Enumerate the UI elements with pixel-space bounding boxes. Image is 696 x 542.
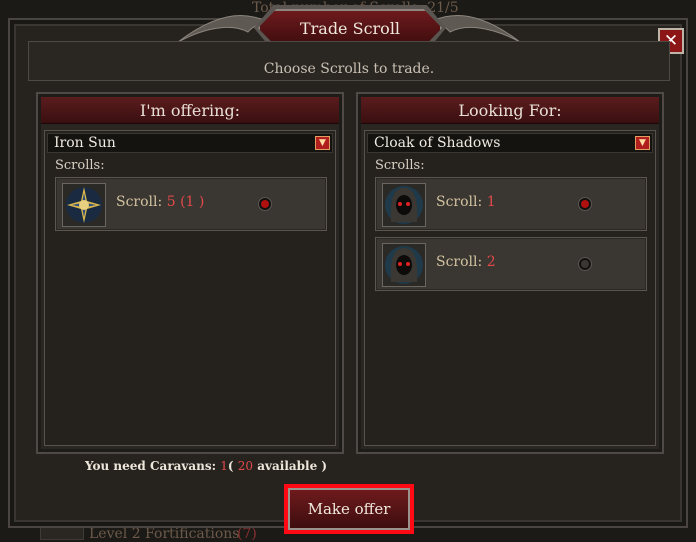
hooded-figure-icon bbox=[382, 183, 426, 227]
looking-for-content: Cloak of Shadows ▼ Scrolls: Scroll: 1 Sc… bbox=[364, 130, 656, 446]
caravans-label: You need Caravans: bbox=[85, 459, 217, 473]
make-offer-button[interactable]: Make offer bbox=[284, 484, 414, 534]
looking-set-dropdown[interactable]: Cloak of Shadows ▼ bbox=[367, 133, 653, 153]
looking-set-selected: Cloak of Shadows bbox=[374, 135, 501, 151]
caravans-open-paren: ( bbox=[227, 459, 234, 473]
offering-header: I'm offering: bbox=[41, 97, 339, 124]
radio-selected-dot bbox=[261, 200, 269, 208]
looking-for-panel: Looking For: Cloak of Shadows ▼ Scrolls:… bbox=[356, 92, 664, 454]
looking-scroll-label-2: Scroll: bbox=[436, 254, 483, 270]
chevron-down-icon[interactable]: ▼ bbox=[315, 136, 330, 150]
offering-scroll-radio[interactable] bbox=[258, 197, 272, 211]
looking-scroll-text-2: Scroll: 2 bbox=[436, 254, 496, 270]
caravans-available-label: available ) bbox=[257, 459, 328, 473]
chevron-down-icon[interactable]: ▼ bbox=[635, 136, 650, 150]
offering-content: Iron Sun ▼ Scrolls: Scroll: 5 (1 ) bbox=[44, 130, 336, 446]
background-fortifications-count: (7) bbox=[237, 526, 257, 542]
looking-scroll-item-1[interactable]: Scroll: 1 bbox=[375, 177, 647, 231]
offering-set-selected: Iron Sun bbox=[54, 135, 116, 151]
looking-scroll-text-1: Scroll: 1 bbox=[436, 194, 496, 210]
offering-set-dropdown[interactable]: Iron Sun ▼ bbox=[47, 133, 333, 153]
caravans-requirement: You need Caravans: 1( 20 available ) bbox=[85, 459, 327, 473]
looking-scroll-item-2[interactable]: Scroll: 2 bbox=[375, 237, 647, 291]
looking-scroll-count-1: 1 bbox=[486, 194, 496, 210]
radio-unselected-dot bbox=[581, 260, 589, 268]
offering-scroll-count: 5 bbox=[166, 194, 176, 210]
offering-scrolls-label: Scrolls: bbox=[55, 158, 105, 173]
caravans-available-count: 20 bbox=[237, 459, 254, 473]
looking-scrolls-label: Scrolls: bbox=[375, 158, 425, 173]
looking-scroll-radio-1[interactable] bbox=[578, 197, 592, 211]
looking-for-header: Looking For: bbox=[361, 97, 659, 124]
looking-scroll-count-2: 2 bbox=[486, 254, 496, 270]
offering-scroll-label: Scroll: bbox=[116, 194, 163, 210]
offering-scroll-extra: (1 ) bbox=[180, 194, 205, 210]
caravans-needed: 1 bbox=[220, 459, 228, 473]
dialog-subtitle: Choose Scrolls to trade. bbox=[28, 41, 670, 81]
offering-scroll-item[interactable]: Scroll: 5 (1 ) bbox=[55, 177, 327, 231]
make-offer-label: Make offer bbox=[288, 488, 410, 530]
radio-selected-dot bbox=[581, 200, 589, 208]
offering-scroll-text: Scroll: 5 (1 ) bbox=[116, 194, 204, 210]
looking-scroll-radio-2[interactable] bbox=[578, 257, 592, 271]
background-fortifications: Level 2 Fortifications bbox=[89, 526, 240, 542]
offering-panel: I'm offering: Iron Sun ▼ Scrolls: Scroll… bbox=[36, 92, 344, 454]
sun-emblem-icon bbox=[62, 183, 106, 227]
looking-scroll-label-1: Scroll: bbox=[436, 194, 483, 210]
hooded-figure-icon bbox=[382, 243, 426, 287]
subtitle-text: Choose Scrolls to trade. bbox=[263, 61, 435, 77]
